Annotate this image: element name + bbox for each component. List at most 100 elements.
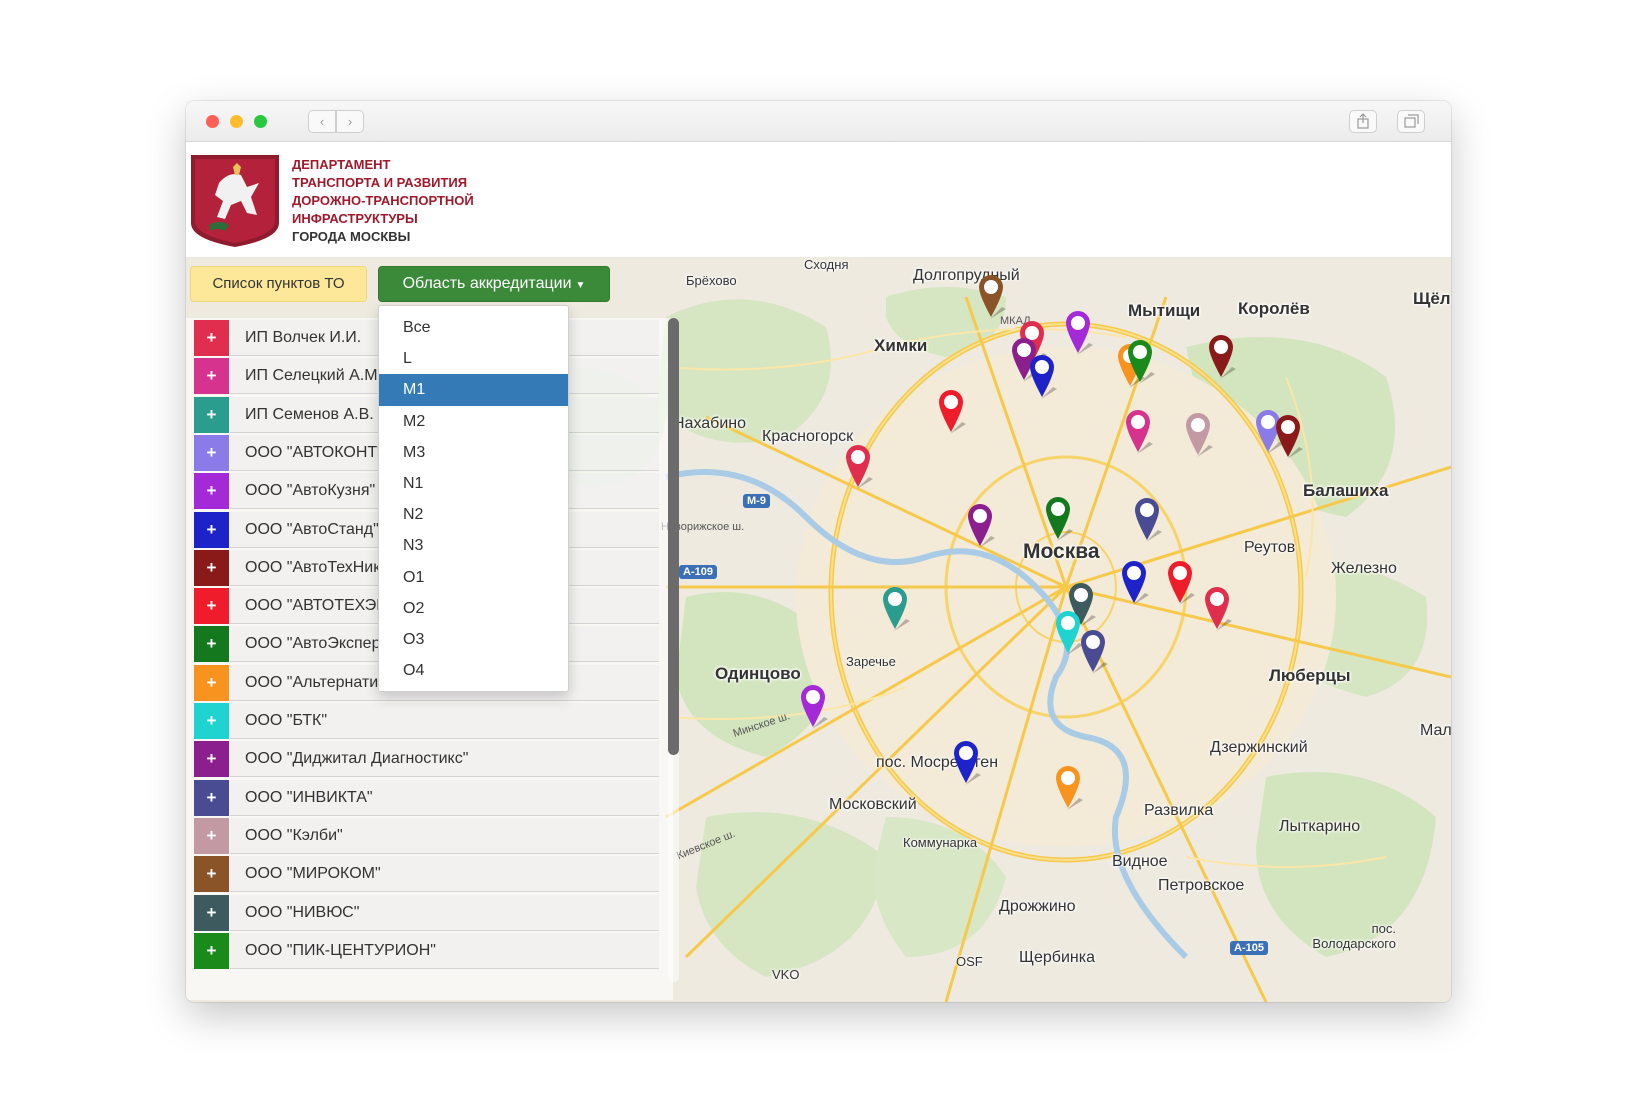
menu-item-m1[interactable]: M1 xyxy=(379,374,568,407)
map-marker-icon[interactable] xyxy=(976,273,1008,321)
place-zheleznodorozhny: Железно xyxy=(1331,560,1397,577)
scrollbar-thumb[interactable] xyxy=(668,318,679,755)
map-marker-icon[interactable] xyxy=(843,443,875,491)
place-mal: Мал xyxy=(1420,722,1451,739)
expand-plus-icon[interactable]: + xyxy=(194,703,229,739)
menu-item-n3[interactable]: N3 xyxy=(379,530,568,562)
place-lyubertsy: Люберцы xyxy=(1269,666,1351,685)
map-marker-icon[interactable] xyxy=(965,502,997,550)
menu-item-o1[interactable]: O1 xyxy=(379,562,568,594)
map-marker-icon[interactable] xyxy=(1078,628,1110,676)
place-shcherbinka: Щербинка xyxy=(1019,949,1095,966)
expand-plus-icon[interactable]: + xyxy=(194,320,229,356)
map-marker-icon[interactable] xyxy=(1123,408,1155,456)
accreditation-area-dropdown-button[interactable]: Область аккредитации ▼ xyxy=(378,266,610,302)
station-name[interactable]: ООО "Диджитал Диагностикс" xyxy=(230,741,659,778)
station-row[interactable]: + ООО "ПИК-ЦЕНТУРИОН" xyxy=(186,931,659,969)
share-icon[interactable] xyxy=(1349,110,1377,133)
place-skhodnya: Сходня xyxy=(804,257,849,272)
station-name[interactable]: ООО "НИВЮС" xyxy=(230,894,659,931)
station-name[interactable]: ООО "Кэлби" xyxy=(230,817,659,854)
menu-item-l[interactable]: L xyxy=(379,343,568,375)
map-marker-icon[interactable] xyxy=(1132,496,1164,544)
map-marker-icon[interactable] xyxy=(951,739,983,787)
forward-button[interactable]: › xyxy=(336,110,364,133)
map-marker-icon[interactable] xyxy=(880,585,912,633)
accreditation-area-menu[interactable]: Все L M1 M2 M3 N1 N2 N3 O1 O2 O3 O4 xyxy=(378,305,569,692)
map-marker-icon[interactable] xyxy=(1053,764,1085,812)
expand-plus-icon[interactable]: + xyxy=(194,664,229,701)
accreditation-area-button-label: Область аккредитации xyxy=(402,275,572,292)
menu-item-o4[interactable]: O4 xyxy=(379,655,568,687)
window-titlebar: ‹ › xyxy=(186,101,1451,142)
menu-item-все[interactable]: Все xyxy=(379,312,568,344)
expand-plus-icon[interactable]: + xyxy=(194,894,229,931)
expand-plus-icon[interactable]: + xyxy=(194,626,229,663)
menu-item-o3[interactable]: O3 xyxy=(379,624,568,656)
place-vidnoe: Видное xyxy=(1112,853,1168,870)
menu-item-o2[interactable]: O2 xyxy=(379,593,568,625)
zoom-window-button[interactable] xyxy=(254,115,267,128)
dept-line-4: Инфраструктуры xyxy=(292,211,418,226)
station-name[interactable]: ООО "БТК" xyxy=(230,703,659,739)
expand-plus-icon[interactable]: + xyxy=(194,588,229,625)
expand-plus-icon[interactable]: + xyxy=(194,473,229,510)
place-krasnogorsk: Красногорск xyxy=(762,428,854,445)
menu-item-n2[interactable]: N2 xyxy=(379,499,568,531)
station-row[interactable]: + ООО "Диджитал Диагностикс" xyxy=(186,739,659,778)
expand-plus-icon[interactable]: + xyxy=(194,932,229,969)
map-marker-icon[interactable] xyxy=(1273,413,1305,461)
place-odintsovo: Одинцово xyxy=(715,664,801,683)
expand-plus-icon[interactable]: + xyxy=(194,741,229,778)
close-window-button[interactable] xyxy=(206,115,219,128)
place-kommunarka: Коммунарка xyxy=(903,835,978,850)
map-marker-icon[interactable] xyxy=(1183,411,1215,459)
expand-plus-icon[interactable]: + xyxy=(194,779,229,816)
place-moskovsky: Московский xyxy=(829,796,917,813)
expand-plus-icon[interactable]: + xyxy=(194,549,229,586)
station-name[interactable]: ООО "ПИК-ЦЕНТУРИОН" xyxy=(230,932,659,969)
map-marker-icon[interactable] xyxy=(798,683,830,731)
expand-plus-icon[interactable]: + xyxy=(194,358,229,395)
place-korolev: Королёв xyxy=(1238,299,1310,318)
road-a109-shield: А-109 xyxy=(679,565,717,579)
expand-plus-icon[interactable]: + xyxy=(194,511,229,548)
station-row[interactable]: + ООО "НИВЮС" xyxy=(186,893,659,931)
expand-plus-icon[interactable]: + xyxy=(194,434,229,471)
place-lytkarino: Лыткарино xyxy=(1279,818,1361,835)
place-reutov: Реутов xyxy=(1244,539,1296,556)
place-vko: VKO xyxy=(772,967,800,982)
expand-plus-icon[interactable]: + xyxy=(194,817,229,854)
station-name[interactable]: ООО "МИРОКОМ" xyxy=(230,856,659,893)
tabs-overview-icon[interactable] xyxy=(1397,110,1425,133)
map-marker-icon[interactable] xyxy=(936,388,968,436)
menu-item-n1[interactable]: N1 xyxy=(379,468,568,500)
station-row[interactable]: + ООО "Кэлби" xyxy=(186,816,659,854)
map-marker-icon[interactable] xyxy=(1125,338,1157,386)
map-marker-icon[interactable] xyxy=(1206,333,1238,381)
menu-item-m3[interactable]: M3 xyxy=(379,437,568,469)
station-row[interactable]: + ООО "БТК" xyxy=(186,701,659,739)
map-marker-icon[interactable] xyxy=(1063,309,1095,357)
expand-plus-icon[interactable]: + xyxy=(194,396,229,433)
map-marker-icon[interactable] xyxy=(1202,585,1234,633)
station-row[interactable]: + ООО "МИРОКОМ" xyxy=(186,854,659,893)
road-m9-shield: М-9 xyxy=(743,494,770,508)
map-marker-icon[interactable] xyxy=(1027,353,1059,401)
map-marker-icon[interactable] xyxy=(1119,559,1151,607)
place-drozhzhino: Дрожжино xyxy=(999,898,1076,915)
stations-list-scrollbar[interactable] xyxy=(668,318,679,982)
menu-item-m2[interactable]: M2 xyxy=(379,406,568,438)
map-marker-icon[interactable] xyxy=(1165,559,1197,607)
place-razvilka: Развилка xyxy=(1144,802,1214,819)
map-marker-icon[interactable] xyxy=(1043,495,1075,543)
place-balashikha: Балашиха xyxy=(1303,481,1389,500)
department-title: Департамент Транспорта и развития Дорожн… xyxy=(292,156,552,246)
place-shchelkovo: Щёлк xyxy=(1413,289,1451,308)
station-name[interactable]: ООО "ИНВИКТА" xyxy=(230,779,659,816)
minimize-window-button[interactable] xyxy=(230,115,243,128)
station-row[interactable]: + ООО "ИНВИКТА" xyxy=(186,778,659,816)
stations-list-button[interactable]: Список пунктов ТО xyxy=(190,266,367,302)
expand-plus-icon[interactable]: + xyxy=(194,856,229,893)
back-button[interactable]: ‹ xyxy=(308,110,336,133)
